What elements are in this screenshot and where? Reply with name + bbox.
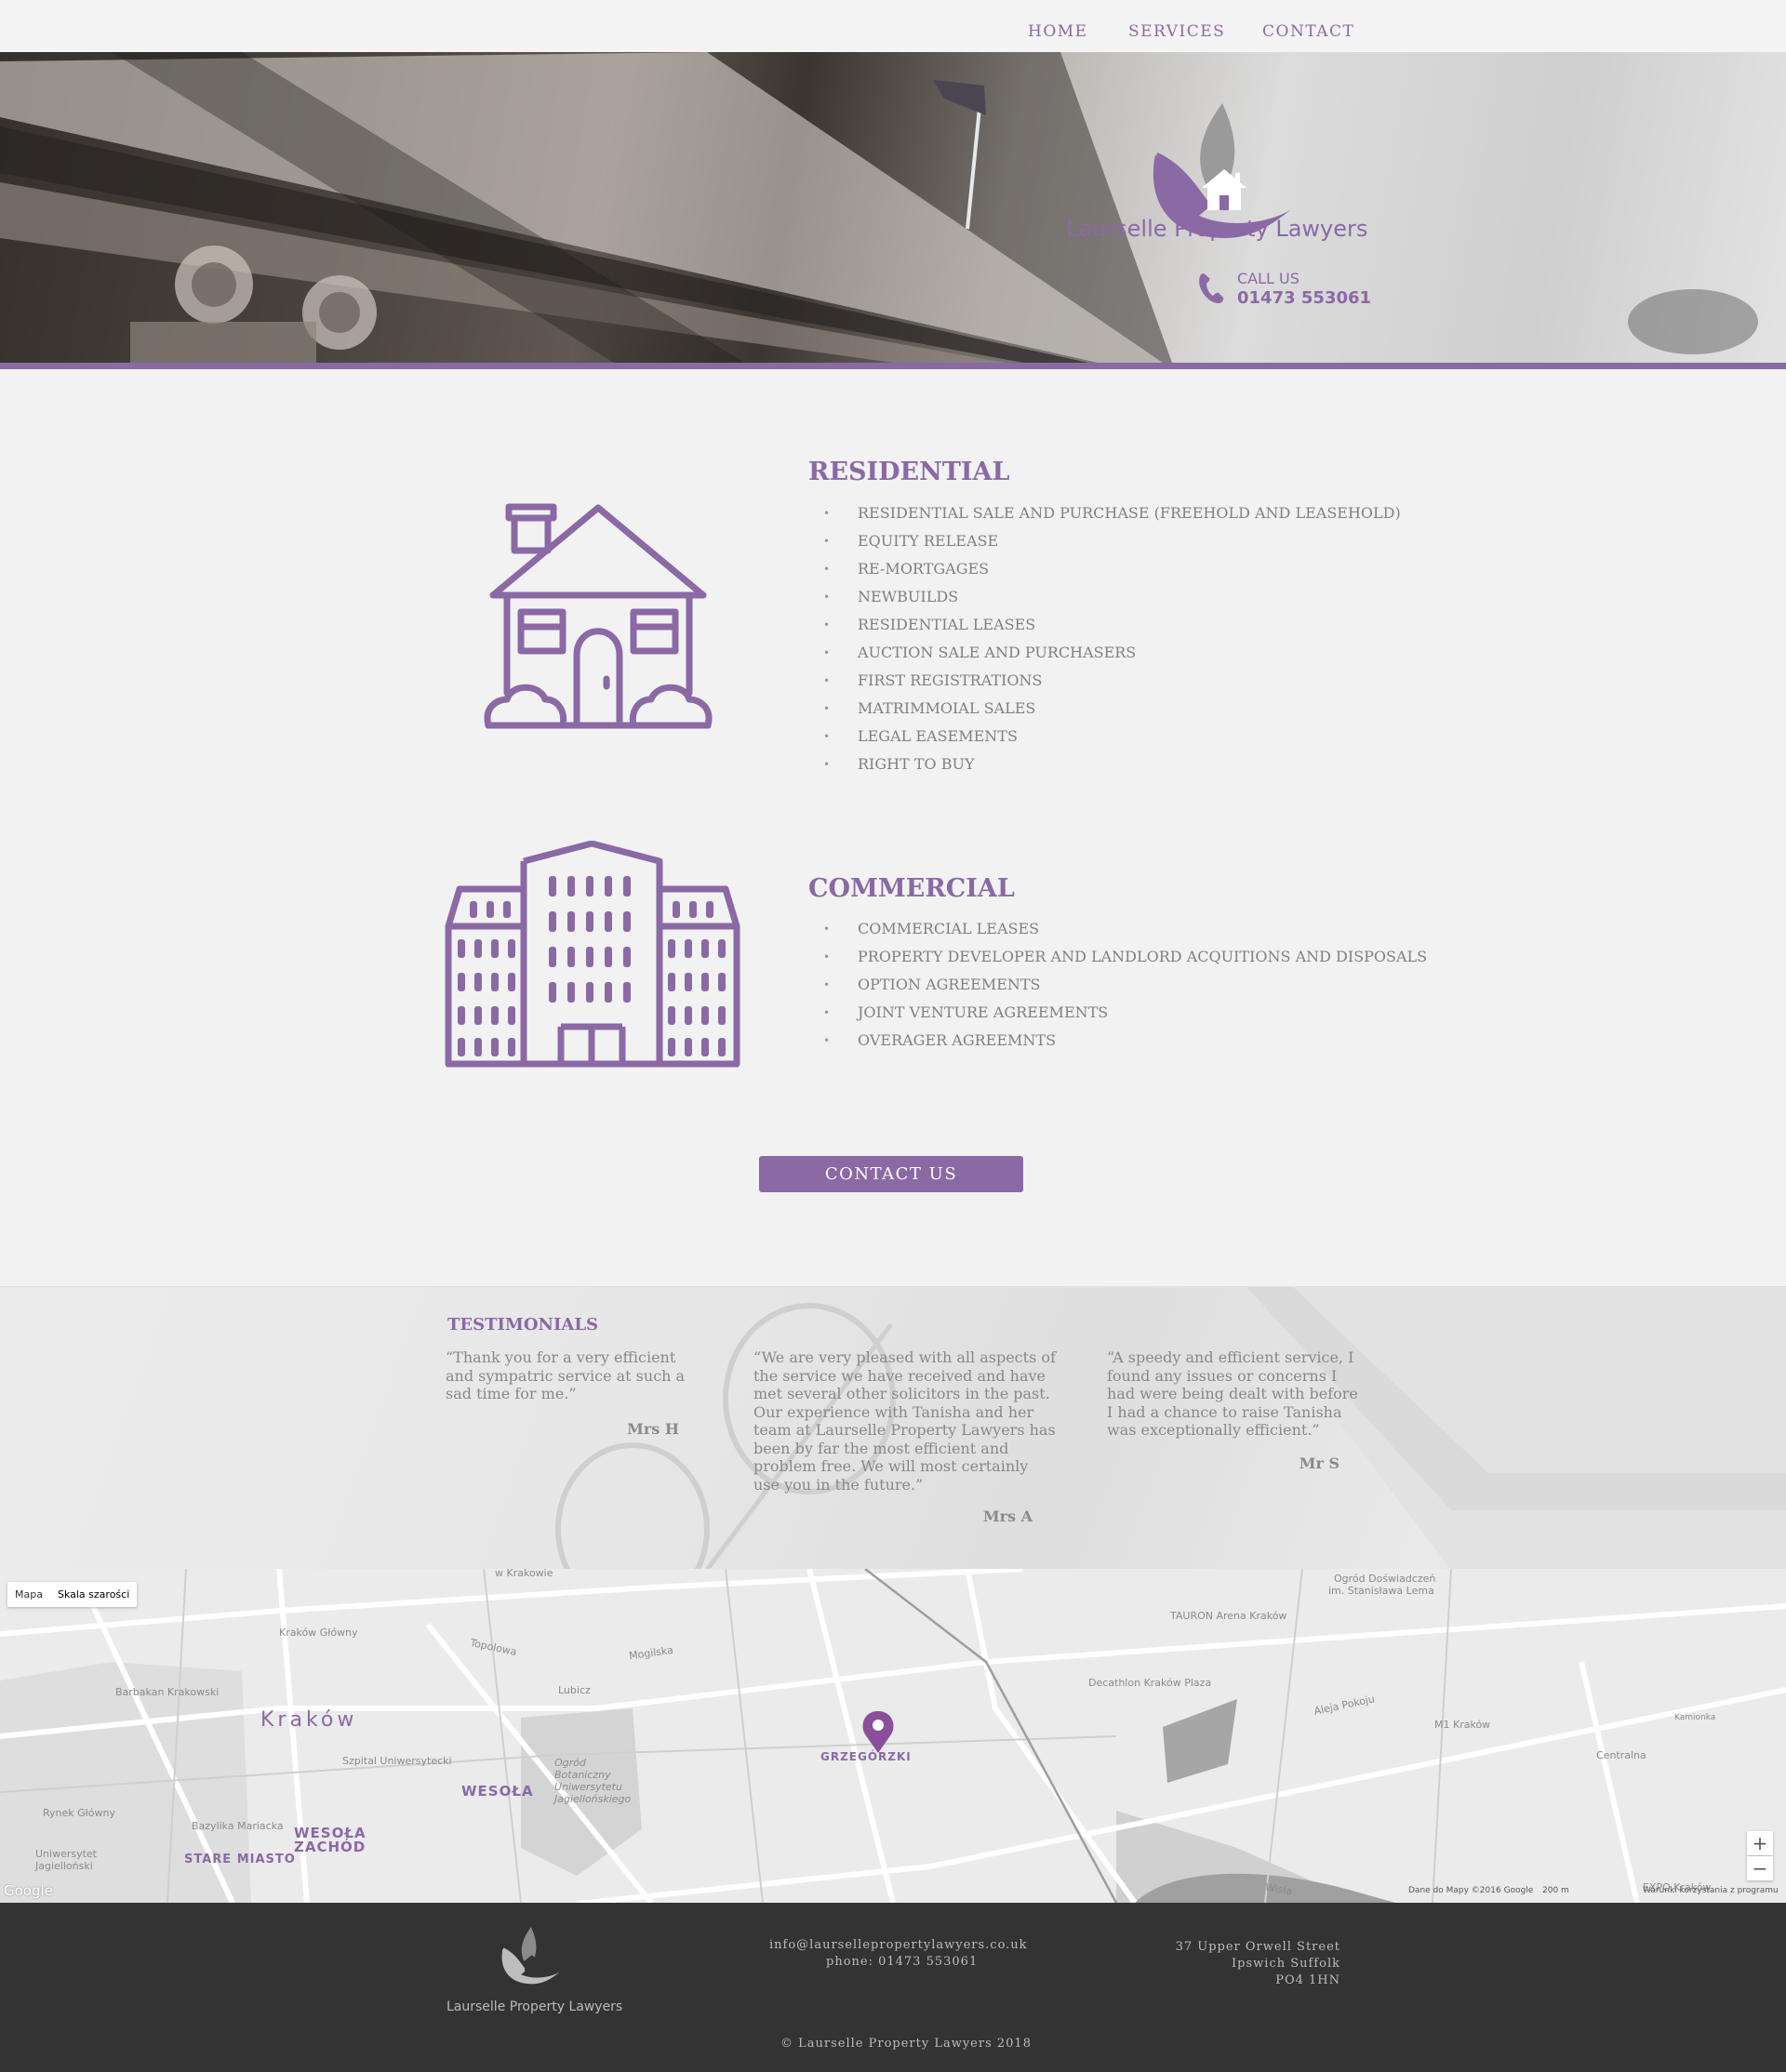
nav-contact-link[interactable]: CONTACT [1262,22,1354,41]
testimonial-quote: “Thank you for a very efficient and symp… [446,1348,686,1402]
phone-icon [1199,273,1224,303]
list-item: RE-MORTGAGES [823,555,1401,583]
list-item: NEWBUILDS [823,583,1401,611]
map-label: Uniwersytet Jagielloński [35,1848,97,1872]
hero-banner: Laurselle Property Lawyers CALL US 01473… [0,52,1786,363]
list-item: EQUITY RELEASE [823,527,1401,555]
list-item: PROPERTY DEVELOPER AND LANDLORD ACQUITIO… [823,943,1427,971]
list-item: RESIDENTIAL LEASES [823,611,1401,639]
call-us-label: CALL US [1237,270,1300,287]
header-phone-number[interactable]: 01473 553061 [1237,288,1371,308]
map-label: Bazylika Mariacka [192,1820,284,1832]
office-building-icon [445,841,740,1068]
testimonial-author: Mrs H [627,1420,679,1438]
map-attribution: Dane do Mapy ©2016 Google [1408,1886,1534,1895]
list-item: OVERAGER AGREEMNTS [823,1027,1427,1055]
map-label: w Krakowie [495,1569,553,1579]
footer-copyright: © Laurselle Property Lawyers 2018 [780,2037,1032,2051]
map-label: TAURON Arena Kraków [1170,1610,1287,1622]
footer-address-line: Ipswich Suffolk [1232,1957,1340,1971]
nav-home-link[interactable]: HOME [1028,22,1088,41]
map-label: Kraków Główny [279,1627,358,1639]
zoom-out-button[interactable]: − [1747,1856,1773,1880]
list-item: COMMERCIAL LEASES [823,915,1427,943]
zoom-in-button[interactable]: + [1747,1831,1773,1855]
map-type-button[interactable]: Mapa [7,1582,50,1607]
nav-services-link[interactable]: SERVICES [1128,22,1225,41]
map-scale: 200 m [1542,1886,1569,1895]
map-label: STARE MIASTO [184,1853,296,1866]
house-icon [484,503,713,729]
map-label: Kraków [260,1708,358,1732]
hero-building-image [0,52,1758,363]
testimonials-title: TESTIMONIALS [447,1315,599,1335]
footer-address-line: 37 Upper Orwell Street [1175,1940,1340,1954]
map-label: Centralna [1596,1749,1646,1761]
map-label: M1 Kraków [1434,1719,1491,1731]
list-item: RIGHT TO BUY [823,750,1401,778]
list-item: LEGAL EASEMENTS [823,723,1401,750]
footer-address-line: PO4 1HN [1275,1973,1340,1987]
google-logo: Google [4,1882,53,1899]
testimonials-section: TESTIMONIALS “Thank you for a very effic… [0,1286,1786,1569]
testimonial-author: Mrs A [982,1508,1033,1525]
map-label: Lubicz [558,1684,591,1696]
contact-us-button[interactable]: CONTACT US [759,1156,1023,1192]
top-nav: HOME SERVICES CONTACT [0,0,1786,52]
map-label: Szpital Uniwersytecki [342,1755,452,1767]
list-item: OPTION AGREEMENTS [823,971,1427,999]
commercial-title: COMMERCIAL [808,874,1015,903]
hero-accent-bar [0,363,1786,369]
map-label: Barbakan Krakowski [115,1686,220,1698]
location-map[interactable]: Mapa Skala szarości Kraków WESOŁA WESOŁA… [0,1569,1786,1903]
map-label: WESOŁA [461,1783,534,1800]
footer-company-name: Laurselle Property Lawyers [446,1999,623,2014]
list-item: JOINT VENTURE AGREEMENTS [823,999,1427,1027]
site-footer: Laurselle Property Lawyers info@laursell… [0,1903,1786,2072]
map-label: Ogród Doświadczeń [1334,1573,1436,1585]
map-terms-link[interactable]: Warunki korzystania z programu [1643,1886,1779,1895]
list-item: MATRIMMOIAL SALES [823,695,1401,723]
testimonial-quote: “A speedy and efficient service, I found… [1107,1348,1358,1439]
residential-title: RESIDENTIAL [808,458,1010,486]
list-item: RESIDENTIAL SALE AND PURCHASE (FREEHOLD … [823,499,1401,527]
list-item: FIRST REGISTRATIONS [823,667,1401,695]
footer-email[interactable]: info@laursellepropertylawyers.co.uk [769,1938,1028,1952]
testimonial-author: Mr S [1299,1454,1340,1472]
map-label: ZACHÓD [294,1839,367,1855]
footer-phone[interactable]: phone: 01473 553061 [826,1955,978,1969]
map-label: Ogród Botaniczny Uniwersytetu Jagiellońs… [554,1757,632,1805]
grayscale-type-button[interactable]: Skala szarości [50,1582,137,1607]
footer-logo-icon [501,1927,560,1985]
header-company-name: Laurselle Property Lawyers [1066,216,1368,242]
map-pin-label: GRZEGÓRZKI [820,1750,912,1763]
map-label: Decathlon Kraków Plaza [1088,1677,1212,1689]
residential-list: RESIDENTIAL SALE AND PURCHASE (FREEHOLD … [823,499,1401,778]
list-item: AUCTION SALE AND PURCHASERS [823,639,1401,667]
map-label: im. Stanisława Lema [1328,1585,1434,1597]
map-label: Rynek Główny [43,1807,116,1819]
map-label: Kamionka [1674,1713,1716,1722]
testimonial-quote: “We are very pleased with all aspects of… [753,1348,1056,1494]
commercial-list: COMMERCIAL LEASES PROPERTY DEVELOPER AND… [823,915,1427,1055]
map-type-switch: Mapa Skala szarości [7,1582,138,1607]
